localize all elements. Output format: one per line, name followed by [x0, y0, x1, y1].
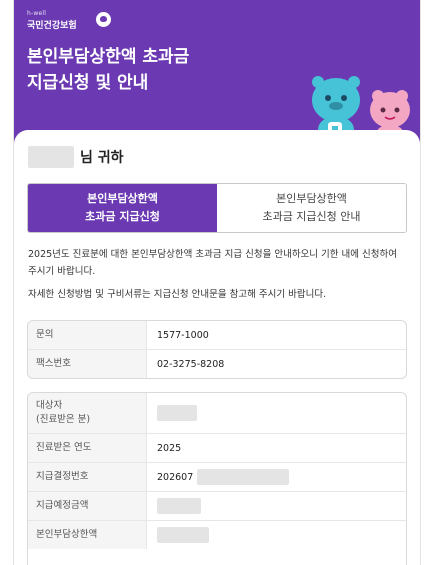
intro-paragraph-2: 자세한 신청방법 및 구비서류는 지급신청 안내문을 참고해 주시기 바랍니다.: [28, 289, 327, 300]
table-row: 팩스번호 02-3275-8208: [28, 350, 406, 378]
table-row: 본인부담상한액: [28, 521, 406, 549]
year-value: 2025: [157, 442, 182, 454]
tab-claim-guide[interactable]: 본인부담상한액 초과금 지급신청 안내: [217, 184, 406, 232]
table-row: 지급예정금액: [28, 492, 406, 521]
contact-table: 문의 1577-1000 팩스번호 02-3275-8208: [27, 320, 407, 379]
decision-number-label: 지급결정번호: [28, 463, 147, 491]
expected-amount-label: 지급예정금액: [28, 492, 147, 520]
tab-label-line-2: 초과금 지급신청 안내: [262, 210, 361, 223]
nhis-logo: h-well 국민건강보험: [27, 10, 111, 31]
inquiry-phone[interactable]: 1577-1000: [147, 321, 406, 349]
tab-label-line-1: 본인부담상한액: [87, 192, 158, 205]
redacted-target: [157, 405, 197, 421]
intro-text: 2025년도 진료분에 대한 본인부담상한액 초과금 지급 신청을 안내하오니 …: [28, 246, 408, 309]
table-row: 문의 1577-1000: [28, 321, 406, 350]
greeting: 님 귀하: [28, 144, 124, 170]
target-label: 대상자 (진료받은 분): [28, 393, 147, 433]
intro-paragraph-1: 2025년도 진료분에 대한 본인부담상한액 초과금 지급 신청을 안내하오니 …: [28, 249, 398, 277]
fax-number: 02-3275-8208: [157, 358, 225, 370]
logo-main-text: 국민건강보험: [27, 21, 77, 31]
decision-number-prefix: 202607: [157, 471, 194, 483]
table-row: 대상자 (진료받은 분): [28, 393, 406, 434]
redacted-decision-number: [197, 469, 290, 485]
year-label: 진료받은 연도: [28, 434, 147, 462]
inquiry-label: 문의: [28, 321, 147, 349]
redacted-name: [28, 146, 74, 168]
tab-claim-application[interactable]: 본인부담상한액 초과금 지급신청: [28, 184, 217, 232]
table-row: 지급결정번호 202607: [28, 463, 406, 492]
target-label-line-1: 대상자: [36, 400, 63, 411]
expected-amount-value: [147, 492, 406, 520]
cap-amount-value: [147, 521, 406, 549]
table-row: 진료받은 연도 2025: [28, 434, 406, 463]
app-frame: h-well 국민건강보험 본인부담상한액 초과금 지급신청 및 안내 님 귀하…: [13, 0, 421, 565]
target-value: [147, 393, 406, 433]
details-table: 대상자 (진료받은 분) 진료받은 연도 2025 지급결정번호 202607: [27, 392, 407, 565]
redacted-expected-amount: [157, 498, 201, 514]
greeting-suffix: 님 귀하: [80, 150, 124, 166]
heart-logo-icon: [96, 12, 111, 27]
title-line-1: 본인부담상한액 초과금: [27, 47, 190, 67]
title-line-2: 지급신청 및 안내: [27, 73, 149, 93]
tab-bar: 본인부담상한액 초과금 지급신청 본인부담상한액 초과금 지급신청 안내: [27, 183, 407, 233]
decision-number-value: 202607: [147, 463, 406, 491]
content-card: 님 귀하 본인부담상한액 초과금 지급신청 본인부담상한액 초과금 지급신청 안…: [14, 130, 420, 565]
page-title: 본인부담상한액 초과금 지급신청 및 안내: [27, 44, 189, 96]
logo-sub-text: h-well: [27, 10, 47, 17]
tab-label-line-2: 초과금 지급신청: [85, 210, 160, 223]
cap-amount-label: 본인부담상한액: [28, 521, 147, 549]
fax-label: 팩스번호: [28, 350, 147, 378]
tab-label-line-1: 본인부담상한액: [276, 192, 347, 205]
target-label-line-2: (진료받은 분): [36, 414, 91, 425]
redacted-cap-amount: [157, 527, 209, 543]
